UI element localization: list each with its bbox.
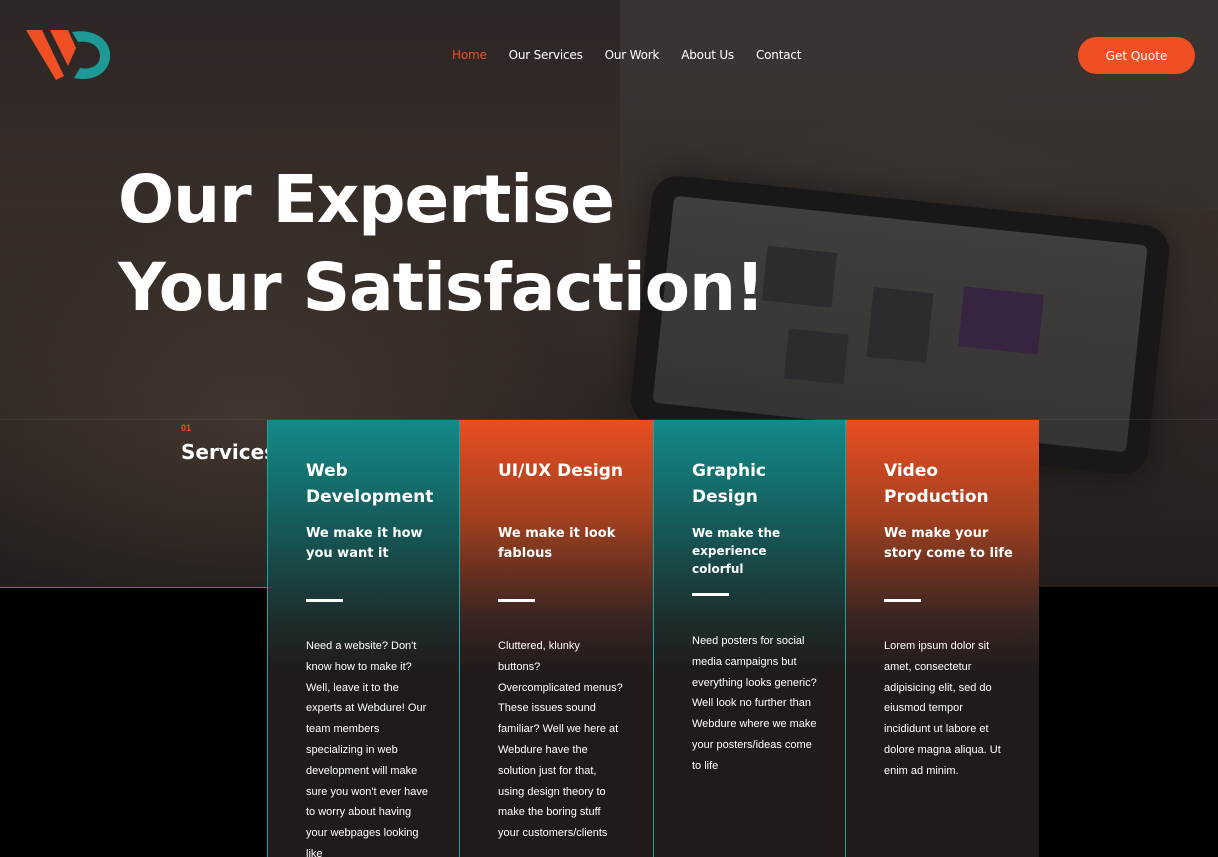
card-title: Web Development (306, 461, 434, 507)
card-description: Need a website? Don't know how to make i… (306, 640, 428, 857)
service-card-ui-ux-design[interactable]: UI/UX Design We make it look fablous Clu… (460, 420, 653, 857)
vd-logo-icon[interactable] (24, 26, 114, 86)
card-title: Graphic Design (692, 461, 766, 507)
service-card-video-production[interactable]: Video Production We make your story come… (846, 420, 1039, 857)
card-description: Need posters for social media campaigns … (692, 635, 817, 772)
main-nav: Home Our Services Our Work About Us Cont… (452, 48, 801, 62)
service-card-web-development[interactable]: Web Development We make it how you want … (267, 420, 460, 857)
card-divider (692, 593, 729, 596)
nav-home[interactable]: Home (452, 48, 487, 62)
card-divider (884, 599, 921, 602)
card-title: Video Production (884, 461, 989, 507)
card-tagline: We make it look fablous (498, 526, 616, 561)
nav-about-us[interactable]: About Us (681, 48, 734, 62)
section-title: Services (181, 440, 277, 464)
nav-contact[interactable]: Contact (756, 48, 801, 62)
service-cards: Web Development We make it how you want … (267, 420, 1039, 857)
get-quote-button[interactable]: Get Quote (1078, 37, 1195, 74)
section-number: 01 (181, 423, 192, 433)
card-title: UI/UX Design (498, 461, 624, 481)
card-divider (498, 599, 535, 602)
card-description: Cluttered, klunky buttons? Overcomplicat… (498, 640, 623, 840)
hero-headline-line1: Our Expertise (118, 161, 615, 238)
card-tagline: We make the experience colorful (692, 526, 781, 576)
hero-headline: Our Expertise Your Satisfaction! (118, 156, 765, 332)
card-divider (306, 599, 343, 602)
service-card-graphic-design[interactable]: Graphic Design We make the experience co… (653, 420, 846, 857)
card-tagline: We make it how you want it (306, 526, 423, 561)
nav-our-services[interactable]: Our Services (509, 48, 583, 62)
hero-headline-line2: Your Satisfaction! (118, 249, 765, 326)
nav-our-work[interactable]: Our Work (605, 48, 660, 62)
card-tagline: We make your story come to life (884, 526, 1013, 561)
card-description: Lorem ipsum dolor sit amet, consectetur … (884, 640, 1001, 777)
section-divider-accent (0, 587, 268, 588)
